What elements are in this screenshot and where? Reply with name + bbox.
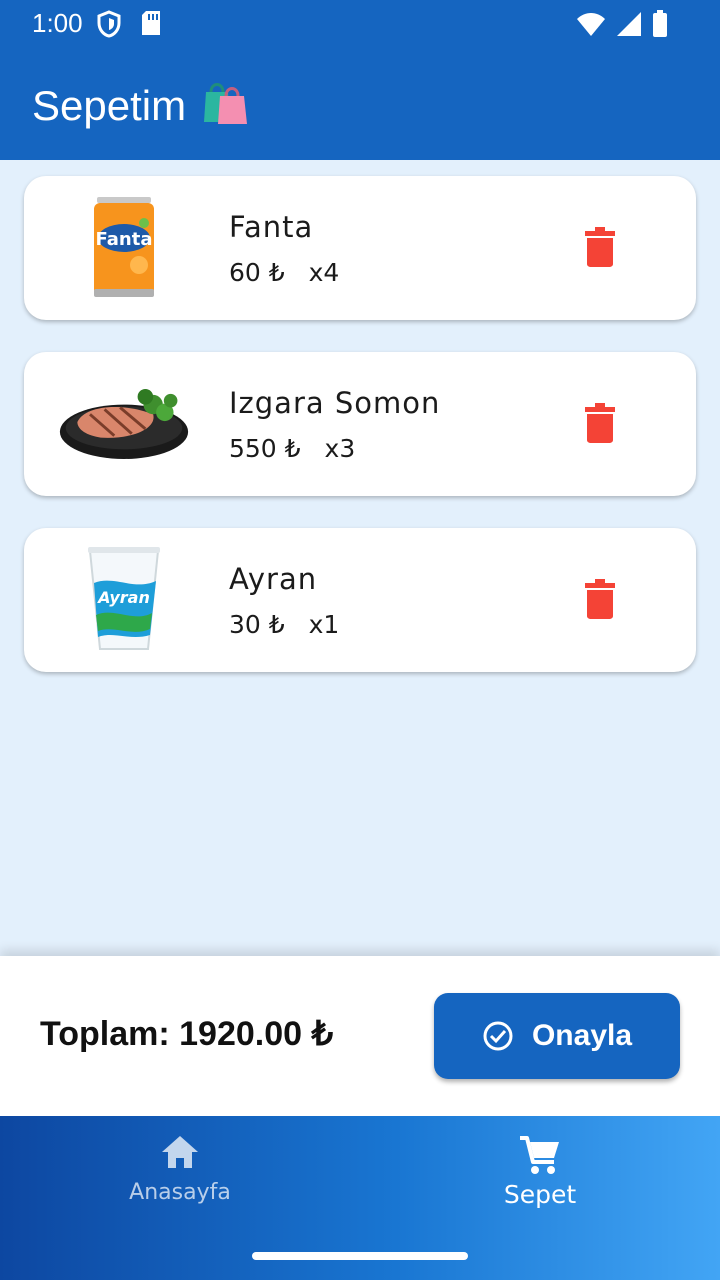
product-image-salmon [56, 368, 192, 480]
total-label: Toplam: 1920.00 ₺ [40, 1015, 334, 1053]
item-price: 550 ₺ [229, 434, 301, 463]
page-title-text: Sepetim [32, 82, 187, 129]
wifi-icon [577, 13, 605, 36]
cart-icon [520, 1136, 559, 1174]
item-meta: 60 ₺ x4 [229, 258, 355, 287]
confirm-button-label: Onayla [531, 1019, 633, 1052]
svg-text:Fanta: Fanta [96, 229, 153, 250]
nav-item-home[interactable]: Anasayfa [80, 1134, 280, 1205]
item-price: 30 ₺ [229, 610, 285, 639]
battery-icon [653, 10, 667, 37]
item-price: 60 ₺ [229, 258, 285, 287]
nav-item-label: Sepet [503, 1180, 577, 1209]
confirm-button[interactable]: Onayla [434, 993, 680, 1079]
item-name: Ayran [229, 562, 318, 596]
shopping-bags-icon [200, 76, 250, 136]
item-meta: 550 ₺ x3 [229, 434, 371, 463]
bottom-nav: Anasayfa Sepet [0, 1116, 720, 1280]
gesture-bar[interactable] [252, 1252, 468, 1260]
cart-item: Fanta Fanta 60 ₺ x4 [24, 176, 696, 320]
status-time: 1:00 [32, 8, 83, 38]
delete-button[interactable] [584, 402, 616, 444]
cart-item: Ayran Ayran 30 ₺ x1 [24, 528, 696, 672]
check-circle-icon [483, 1021, 513, 1051]
page-title: Sepetim [32, 76, 250, 136]
checkout-panel: Toplam: 1920.00 ₺ Onayla [0, 956, 720, 1116]
item-qty: x3 [324, 434, 356, 463]
nav-item-cart[interactable]: Sepet [440, 1134, 640, 1209]
status-bar: 1:00 [0, 0, 720, 48]
item-meta: 30 ₺ x1 [229, 610, 355, 639]
signal-icon [617, 12, 641, 36]
product-image-ayran: Ayran [56, 544, 192, 656]
app-bar: Sepetim [0, 48, 720, 160]
product-image-fanta: Fanta [56, 192, 192, 304]
delete-button[interactable] [584, 578, 616, 620]
cart-list: Fanta Fanta 60 ₺ x4 Izgara Somon 550 ₺ x… [24, 176, 696, 704]
delete-button[interactable] [584, 226, 616, 268]
nav-item-label: Anasayfa [129, 1180, 231, 1205]
cart-item: Izgara Somon 550 ₺ x3 [24, 352, 696, 496]
item-name: Fanta [229, 210, 314, 244]
svg-text:Ayran: Ayran [96, 588, 150, 607]
trash-icon [585, 579, 615, 619]
home-icon [162, 1136, 198, 1168]
item-qty: x1 [308, 610, 340, 639]
trash-icon [585, 403, 615, 443]
item-qty: x4 [308, 258, 340, 287]
trash-icon [585, 227, 615, 267]
sd-card-icon [142, 11, 160, 35]
item-name: Izgara Somon [229, 386, 441, 420]
shield-icon [97, 10, 121, 38]
